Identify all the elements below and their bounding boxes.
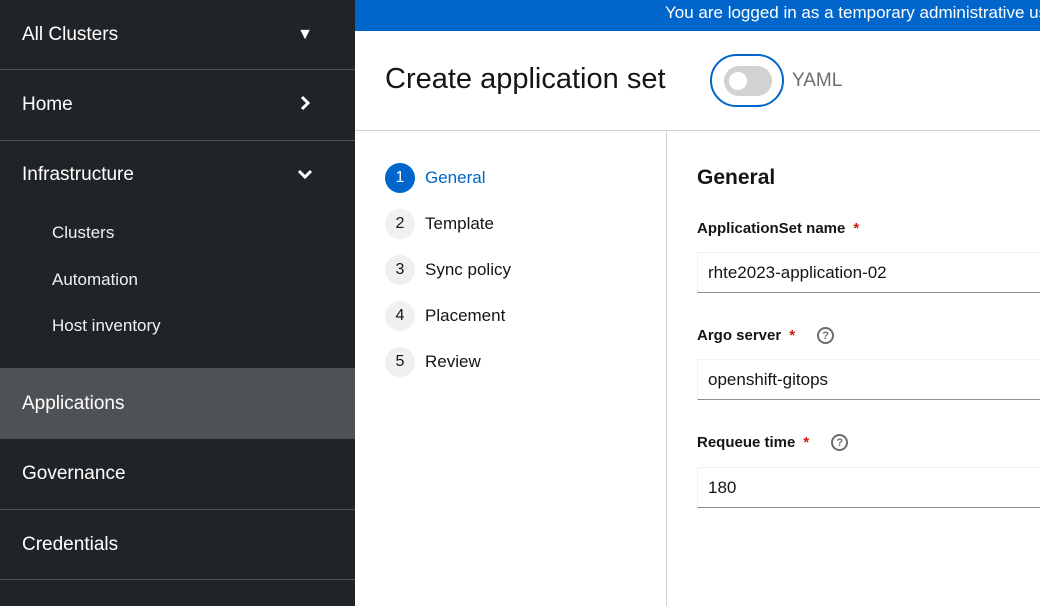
wizard-nav: 1 General 2 Template 3 Sync policy 4 Placeme…	[355, 131, 667, 606]
wizard-step-review[interactable]: 5 Review	[385, 347, 481, 377]
admin-banner: You are logged in as a temporary adminis…	[355, 0, 1040, 31]
field-label-appset-name: ApplicationSet name *	[697, 220, 859, 237]
wizard-step-general[interactable]: 1 General	[385, 163, 485, 193]
label-text: ApplicationSet name	[697, 220, 846, 237]
page-title: Create application set	[385, 63, 666, 95]
required-mark: *	[803, 434, 810, 451]
step-number: 5	[385, 347, 415, 377]
sidebar-item-home[interactable]: Home	[0, 70, 355, 141]
wizard-step-template[interactable]: 2 Template	[385, 209, 494, 239]
wizard-step-placement[interactable]: 4 Placement	[385, 301, 505, 331]
toggle-knob	[729, 72, 747, 90]
section-heading: General	[697, 166, 776, 189]
sidebar-subitem-automation[interactable]: Automation	[52, 270, 138, 290]
step-label: Template	[425, 214, 494, 233]
label-text: Requeue time	[697, 434, 796, 451]
argo-server-select[interactable]: openshift-gitops	[697, 359, 1040, 400]
step-number: 3	[385, 255, 415, 285]
sidebar-item-credentials[interactable]: Credentials	[0, 510, 355, 580]
cluster-switcher[interactable]: All Clusters ▼	[0, 0, 355, 70]
yaml-label: YAML	[792, 70, 843, 91]
step-number: 2	[385, 209, 415, 239]
help-icon[interactable]: ?	[817, 327, 835, 344]
requeue-time-input[interactable]: 180	[697, 467, 1040, 508]
sidebar-item-label: Credentials	[22, 533, 119, 555]
chevron-right-icon	[296, 95, 314, 116]
yaml-toggle[interactable]	[710, 54, 784, 107]
sidebar-item-applications[interactable]: Applications	[0, 369, 355, 439]
cluster-switcher-label: All Clusters	[22, 23, 119, 45]
wizard-step-sync-policy[interactable]: 3 Sync policy	[385, 255, 511, 285]
sidebar-item-label: Governance	[22, 463, 126, 484]
step-number: 4	[385, 301, 415, 331]
field-label-requeue-time: Requeue time *?	[697, 434, 849, 451]
sidebar-item-governance[interactable]: Governance	[0, 439, 355, 510]
step-label: Sync policy	[425, 260, 511, 279]
sidebar-subitem-clusters[interactable]: Clusters	[52, 223, 114, 243]
step-label: Review	[425, 352, 481, 371]
toggle-track	[724, 66, 772, 96]
step-number: 1	[385, 163, 415, 193]
required-mark: *	[853, 220, 860, 237]
required-mark: *	[789, 327, 796, 344]
step-label: Placement	[425, 306, 506, 325]
chevron-down-icon	[296, 167, 314, 185]
sidebar-item-label: Applications	[22, 392, 125, 414]
label-text: Argo server	[697, 327, 782, 344]
sidebar-item-label: Home	[22, 94, 73, 115]
caret-down-icon: ▼	[297, 25, 313, 43]
step-label: General	[425, 168, 486, 187]
appset-name-input[interactable]: rhte2023-application-02	[697, 252, 1040, 293]
field-label-argo-server: Argo server *?	[697, 327, 835, 344]
sidebar: All Clusters ▼ Home Infrastructure Clust…	[0, 0, 355, 606]
help-icon[interactable]: ?	[831, 434, 849, 451]
sidebar-item-label: Infrastructure	[22, 164, 134, 185]
sidebar-subitem-host-inventory[interactable]: Host inventory	[52, 316, 161, 336]
page-header: Create application set YAML	[355, 31, 1040, 131]
